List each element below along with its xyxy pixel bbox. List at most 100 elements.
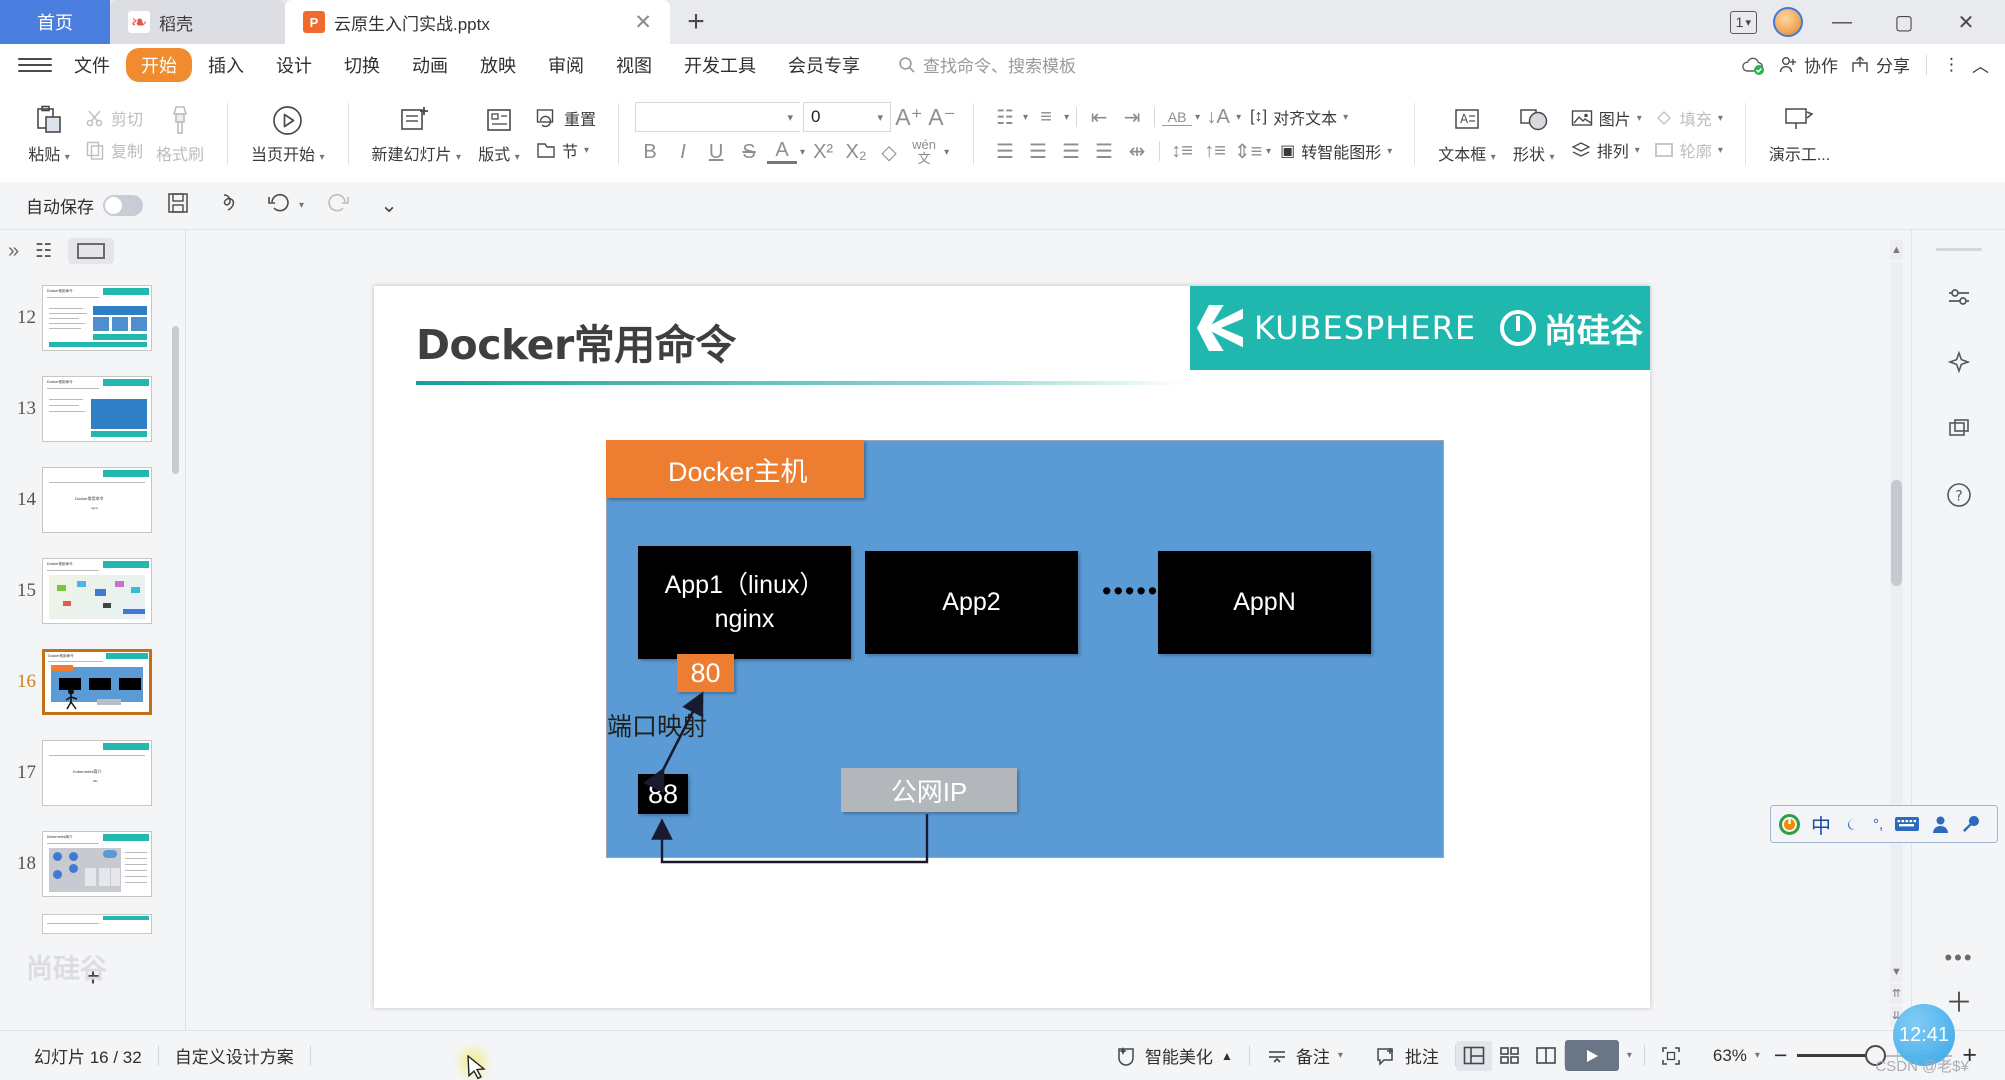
list-item[interactable]: 16 Docker常用命令	[0, 636, 186, 727]
zoom-level-label[interactable]: 63% ▾	[1697, 1046, 1764, 1066]
fill-button[interactable]: 填充 ▾	[1648, 104, 1729, 132]
redo-icon[interactable]	[324, 192, 354, 220]
menu-item-member[interactable]: 会员专享	[772, 48, 876, 82]
tab-document[interactable]: P 云原生入门实战.pptx ✕	[285, 0, 670, 44]
one-badge[interactable]: 1 ▾	[1729, 10, 1757, 34]
justify-button[interactable]: ☰	[1089, 139, 1119, 164]
smart-beautify-button[interactable]: 智能美化 ▲	[1099, 1043, 1249, 1068]
minimize-button[interactable]: —	[1819, 11, 1865, 34]
new-slide-button[interactable]: 新建幻灯片 ▾	[365, 99, 469, 169]
hamburger-icon[interactable]	[18, 57, 52, 72]
undo-caret-icon[interactable]: ▾	[299, 200, 304, 211]
slide-title[interactable]: Docker常用命令	[416, 311, 736, 371]
ai-magic-icon[interactable]	[1939, 343, 1979, 383]
rail-handle[interactable]	[1935, 248, 1982, 251]
save-icon[interactable]	[163, 192, 193, 220]
text-orientation-button[interactable]: ↓A	[1203, 106, 1233, 129]
slide-editor[interactable]: KUBESPHERE 尚硅谷 Docker常用命令 Docker主机 App1（…	[374, 286, 1650, 1008]
line-spacing-decrease-button[interactable]: ↑≡	[1200, 140, 1230, 163]
slide-thumbnail[interactable]: Kubernetes简介	[42, 830, 152, 897]
sogou-logo-icon[interactable]	[1779, 813, 1800, 835]
port-mapping-label[interactable]: 端口映射	[607, 707, 707, 743]
share-button[interactable]: 分享	[1850, 52, 1910, 77]
close-tab-icon[interactable]: ✕	[634, 12, 652, 33]
rail-add-icon[interactable]: ＋	[1946, 981, 1973, 1020]
list-item[interactable]: 13 Docker常用命令	[0, 363, 186, 454]
prev-slide-button[interactable]: ⇈	[1890, 984, 1903, 1004]
more-options-icon[interactable]: ⋮	[1943, 55, 1960, 75]
list-item[interactable]: 14 Docker常用命令 nginx	[0, 454, 186, 545]
menu-item-animation[interactable]: 动画	[396, 48, 464, 82]
thumbnail-view-icon[interactable]	[68, 238, 115, 264]
slide-thumbnail-current[interactable]: Docker常用命令	[42, 648, 152, 715]
slide-thumbnail[interactable]	[42, 914, 152, 934]
ime-moon-icon[interactable]	[1842, 814, 1862, 834]
numbered-list-button[interactable]: ≡	[1031, 106, 1061, 129]
menu-item-insert[interactable]: 插入	[192, 48, 260, 82]
clear-format-button[interactable]: ◇	[874, 140, 904, 165]
menu-item-view[interactable]: 视图	[600, 48, 668, 82]
slide-thumbnail[interactable]: Docker常用命令	[42, 557, 152, 624]
play-options-caret-icon[interactable]: ▾	[1627, 1050, 1632, 1061]
slide-thumbnail[interactable]: Kubernetes简介 k8s	[42, 739, 152, 806]
play-slideshow-button[interactable]	[1564, 1040, 1619, 1071]
notes-button[interactable]: 备注 ▾	[1250, 1043, 1359, 1068]
underline-button[interactable]: U	[701, 141, 731, 164]
avatar[interactable]	[1773, 7, 1803, 37]
scroll-up-button[interactable]: ▲	[1890, 240, 1903, 260]
menu-item-slideshow[interactable]: 放映	[464, 48, 532, 82]
slide-thumbnail[interactable]: Docker常用命令 nginx	[42, 466, 152, 533]
collapse-ribbon-icon[interactable]: ︿	[1972, 52, 1989, 77]
reading-view-button[interactable]	[1528, 1041, 1564, 1071]
font-name-input[interactable]: ▾	[635, 102, 801, 133]
format-painter-button[interactable]: 格式刷	[149, 99, 211, 169]
cloud-sync-icon[interactable]	[1740, 55, 1766, 75]
app-box-n[interactable]: AppN	[1158, 551, 1371, 654]
cut-button[interactable]: 剪切	[80, 104, 149, 132]
scroll-track[interactable]	[1890, 262, 1903, 962]
italic-button[interactable]: I	[668, 141, 698, 164]
maximize-button[interactable]: ▢	[1881, 10, 1927, 35]
superscript-button[interactable]: X²	[808, 141, 838, 164]
outline-button[interactable]: 轮廓 ▾	[1648, 136, 1729, 164]
shape-button[interactable]: 形状 ▾	[1503, 99, 1565, 169]
list-item[interactable]	[0, 909, 186, 939]
bullet-list-button[interactable]: ☷	[990, 105, 1020, 130]
ime-wrench-icon[interactable]	[1961, 814, 1981, 834]
increase-indent-button[interactable]: ⇥	[1117, 105, 1147, 130]
font-color-button[interactable]: A	[767, 140, 798, 164]
outline-view-icon[interactable]: ☷	[35, 240, 52, 263]
slide-thumbnail[interactable]: Docker常用命令	[42, 284, 152, 351]
slide-sorter-view-button[interactable]	[1492, 1041, 1528, 1071]
list-item[interactable]: 15 Docker常用命令	[0, 545, 186, 636]
decrease-font-size-button[interactable]: A⁻	[927, 104, 957, 131]
collaborate-button[interactable]: 协作	[1778, 52, 1838, 77]
layout-button[interactable]: 版式 ▾	[468, 99, 530, 169]
container-port-80[interactable]: 80	[677, 654, 734, 692]
scroll-down-button[interactable]: ▼	[1890, 962, 1903, 982]
expand-panel-icon[interactable]: »	[8, 240, 19, 263]
screenshot-icon[interactable]	[1939, 409, 1979, 449]
slide-counter[interactable]: 幻灯片 16 / 32	[18, 1043, 158, 1068]
increase-font-size-button[interactable]: A⁺	[894, 104, 924, 131]
slide-thumbnail[interactable]: Docker常用命令	[42, 375, 152, 442]
menu-item-file[interactable]: 文件	[58, 48, 126, 82]
app-box-2[interactable]: App2	[865, 551, 1078, 654]
to-smartart-button[interactable]: ▣ 转智能图形 ▾	[1274, 137, 1398, 165]
fit-to-window-button[interactable]	[1645, 1046, 1697, 1066]
subscript-button[interactable]: X₂	[841, 141, 871, 164]
quickbar-more-icon[interactable]: ⌄	[374, 193, 404, 218]
design-scheme-button[interactable]: 自定义设计方案	[159, 1043, 310, 1068]
public-ip-box[interactable]: 公网IP	[841, 768, 1017, 812]
normal-view-button[interactable]	[1455, 1040, 1492, 1071]
docker-host-header[interactable]: Docker主机	[606, 440, 864, 498]
export-pdf-icon[interactable]	[213, 192, 243, 220]
present-tools-button[interactable]: 演示工...	[1762, 99, 1837, 169]
canvas-vertical-scrollbar[interactable]: ▲ ▼ ⇈ ⇊	[1890, 240, 1903, 1026]
host-port-88[interactable]: 88	[638, 774, 688, 814]
start-from-page-button[interactable]: 当页开始 ▾	[244, 99, 332, 169]
search-input[interactable]: 查找命令、搜索模板	[898, 52, 1076, 77]
help-icon[interactable]: ?	[1939, 475, 1979, 515]
thumbnail-scrollbar[interactable]	[172, 326, 179, 474]
textbox-button[interactable]: A 文本框 ▾	[1431, 99, 1503, 169]
